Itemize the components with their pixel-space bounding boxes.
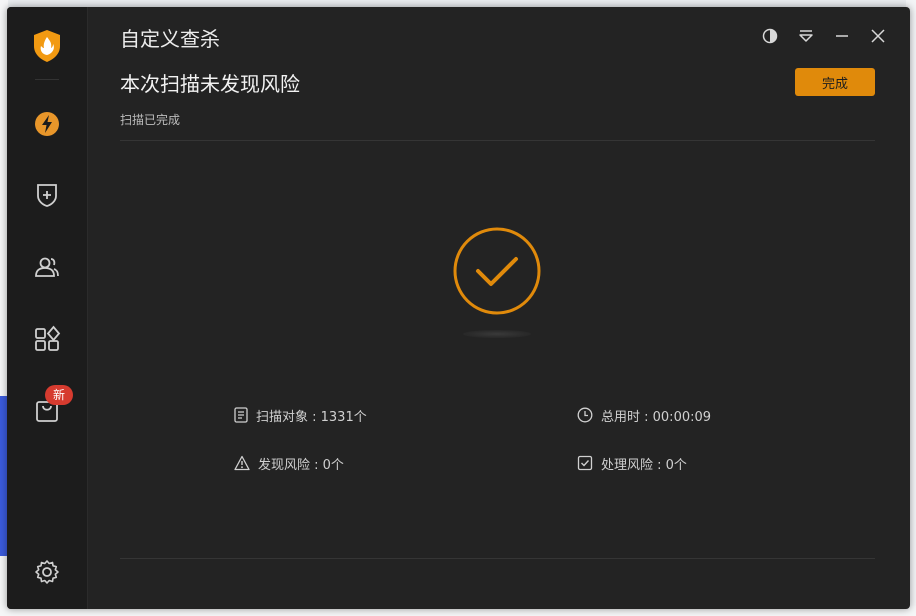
warning-icon [234, 455, 250, 471]
divider-bottom [120, 558, 875, 559]
total-time-text: 总用时 : 00:00:09 [601, 409, 712, 425]
document-icon [234, 407, 248, 423]
scan-status-text: 扫描已完成 [120, 113, 181, 127]
new-badge: 新 [45, 385, 73, 405]
stat-total-time: 总用时 : 00:00:09 [577, 405, 711, 425]
close-icon[interactable] [869, 27, 887, 45]
scanned-objects-text: 扫描对象 : 1331个 [256, 409, 367, 425]
minimize-icon[interactable] [833, 27, 851, 45]
found-risks-text: 发现风险 : 0个 [258, 457, 344, 473]
app-logo-icon [34, 30, 60, 62]
handled-risks-text: 处理风险 : 0个 [601, 457, 687, 473]
stat-found-risks: 发现风险 : 0个 [234, 453, 344, 473]
sidebar-item-settings[interactable] [33, 558, 61, 586]
sidebar: 新 [7, 7, 88, 609]
checkbox-icon [577, 455, 593, 471]
success-check-icon [453, 227, 541, 315]
sidebar-item-toolbox[interactable] [33, 325, 61, 353]
theme-toggle-icon[interactable] [761, 27, 779, 45]
stat-handled-risks: 处理风险 : 0个 [577, 453, 687, 473]
sidebar-item-protection[interactable] [33, 181, 61, 209]
sidebar-item-users[interactable] [33, 253, 61, 281]
sidebar-item-speedup[interactable] [33, 110, 61, 138]
stat-scanned-objects: 扫描对象 : 1331个 [234, 405, 367, 425]
menu-dropdown-icon[interactable] [797, 27, 815, 45]
scan-result-headline: 本次扫描未发现风险 [120, 72, 300, 96]
clock-icon [577, 407, 593, 423]
sidebar-divider [35, 79, 59, 80]
check-shadow [463, 330, 531, 338]
done-button[interactable]: 完成 [795, 68, 875, 96]
window-title: 自定义查杀 [120, 27, 220, 51]
divider-top [120, 140, 875, 141]
custom-scan-window: 新 自定义查杀 本次扫描未发现风险 扫描已完成 完成 扫描对象 : 1331个 [7, 7, 910, 609]
